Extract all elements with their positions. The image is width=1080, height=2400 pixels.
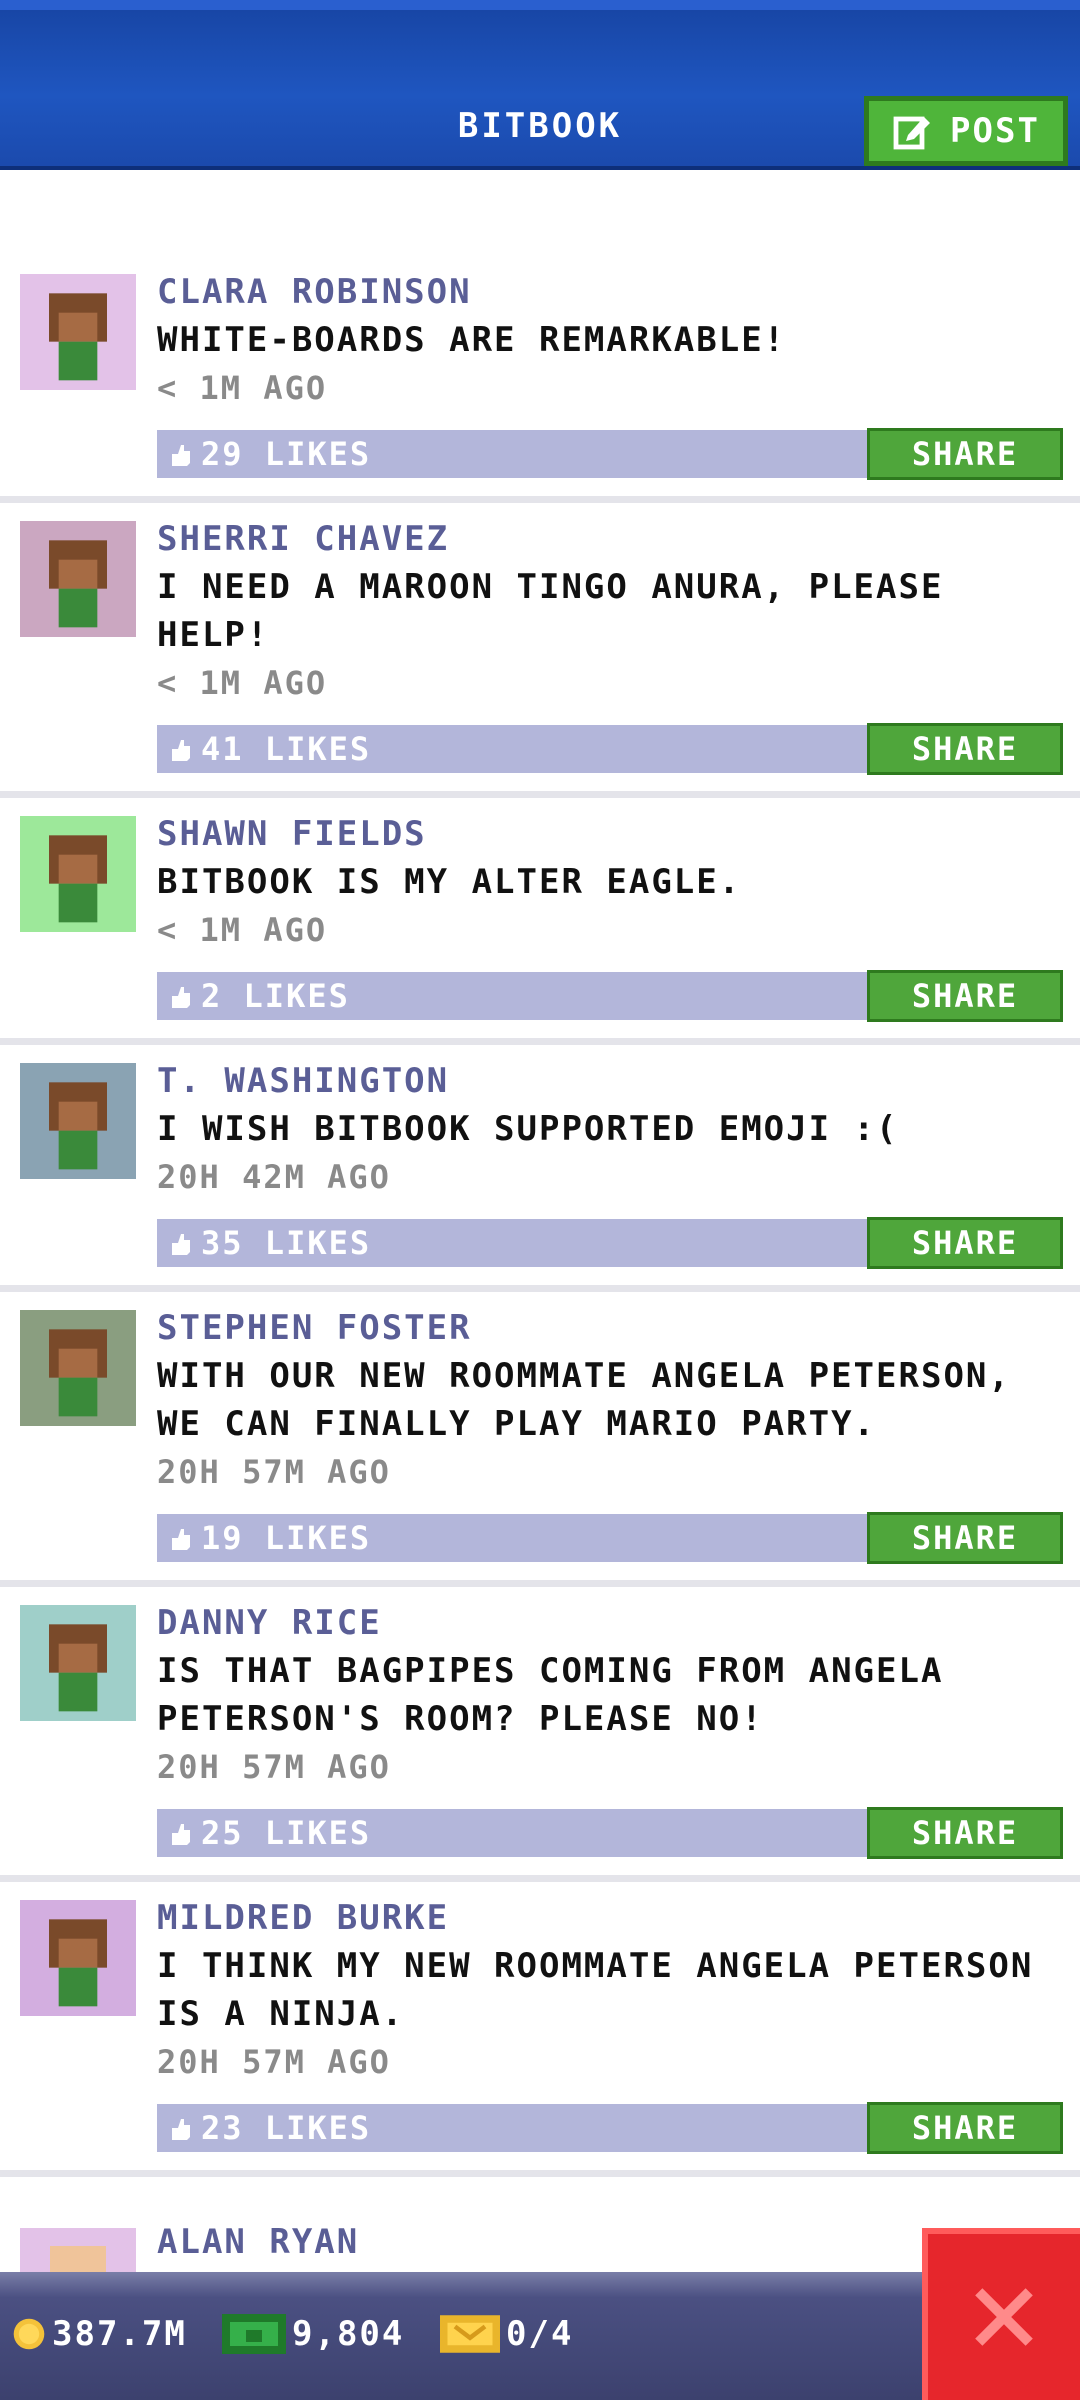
- avatar: [20, 521, 136, 637]
- avatar: [20, 2228, 136, 2278]
- likes-count: 2 LIKES: [201, 977, 350, 1015]
- likes-count: 41 LIKES: [201, 730, 372, 768]
- coins-display: 387.7M: [12, 2310, 187, 2358]
- list-item: DANNY RICE IS THAT BAGPIPES COMING FROM …: [0, 1587, 1080, 1882]
- like-button[interactable]: 2 LIKES: [169, 972, 350, 1020]
- avatar-portrait-icon: [20, 274, 136, 390]
- thumbs-up-icon: [172, 740, 190, 761]
- post-author: ALAN RYAN: [157, 2222, 360, 2262]
- post-author[interactable]: STEPHEN FOSTER: [157, 1304, 1080, 1352]
- post-button-label: POST: [950, 111, 1040, 151]
- list-item: SHAWN FIELDS BITBOOK IS MY ALTER EAGLE. …: [0, 798, 1080, 1045]
- bux-icon: [222, 2314, 286, 2354]
- post-timestamp: < 1M AGO: [157, 369, 328, 407]
- like-button[interactable]: 25 LIKES: [169, 1809, 371, 1857]
- likes-bar: 25 LIKES SHARE: [157, 1807, 1063, 1859]
- likes-count: 23 LIKES: [201, 2109, 372, 2147]
- status-bar: 387.7M 9,804 0/4: [0, 2272, 1080, 2400]
- post-timestamp: < 1M AGO: [157, 911, 328, 949]
- likes-count: 19 LIKES: [201, 1519, 372, 1557]
- avatar: [20, 274, 136, 390]
- post-message: I THINK MY NEW ROOMMATE ANGELA PETERSON …: [157, 1946, 1034, 2034]
- edit-icon: [893, 116, 931, 150]
- coin-icon: [13, 2318, 45, 2350]
- post-message: I WISH BITBOOK SUPPORTED EMOJI :(: [157, 1109, 899, 1149]
- like-button[interactable]: 35 LIKES: [169, 1219, 371, 1267]
- share-button[interactable]: SHARE: [867, 1512, 1063, 1564]
- share-button[interactable]: SHARE: [867, 1217, 1063, 1269]
- avatar-portrait-icon: [20, 816, 136, 932]
- likes-bar: 2 LIKES SHARE: [157, 970, 1063, 1022]
- thumbs-up-icon: [172, 987, 190, 1008]
- like-button[interactable]: 19 LIKES: [169, 1514, 371, 1562]
- avatar: [20, 1063, 136, 1179]
- post-author[interactable]: DANNY RICE: [157, 1599, 1080, 1647]
- bux-display: 9,804: [222, 2310, 404, 2358]
- post-author[interactable]: CLARA ROBINSON: [157, 268, 1080, 316]
- thumbs-up-icon: [172, 1234, 190, 1255]
- share-button[interactable]: SHARE: [867, 2102, 1063, 2154]
- avatar-portrait-icon: [20, 1605, 136, 1721]
- list-item: STEPHEN FOSTER WITH OUR NEW ROOMMATE ANG…: [0, 1292, 1080, 1587]
- list-item: MILDRED BURKE I THINK MY NEW ROOMMATE AN…: [0, 1882, 1080, 2177]
- post-timestamp: 20H 57M AGO: [157, 1453, 391, 1491]
- share-button[interactable]: SHARE: [867, 970, 1063, 1022]
- share-button[interactable]: SHARE: [867, 428, 1063, 480]
- avatar-portrait-icon: [20, 1900, 136, 2016]
- thumbs-up-icon: [172, 1824, 190, 1845]
- thumbs-up-icon: [172, 1529, 190, 1550]
- close-icon: [975, 2288, 1033, 2346]
- list-item: CLARA ROBINSON WHITE-BOARDS ARE REMARKAB…: [0, 256, 1080, 503]
- likes-bar: 35 LIKES SHARE: [157, 1217, 1063, 1269]
- coins-value: 387.7M: [52, 2314, 187, 2354]
- like-button[interactable]: 29 LIKES: [169, 430, 371, 478]
- post-author[interactable]: T. WASHINGTON: [157, 1057, 1080, 1105]
- post-message: I NEED A MAROON TINGO ANURA, PLEASE HELP…: [157, 567, 944, 655]
- post-timestamp: 20H 42M AGO: [157, 1158, 391, 1196]
- post-author[interactable]: MILDRED BURKE: [157, 1894, 1080, 1942]
- post-author[interactable]: SHERRI CHAVEZ: [157, 515, 1080, 563]
- likes-count: 25 LIKES: [201, 1814, 372, 1852]
- post-timestamp: 20H 57M AGO: [157, 2043, 391, 2081]
- post-author[interactable]: SHAWN FIELDS: [157, 810, 1080, 858]
- avatar: [20, 816, 136, 932]
- share-button[interactable]: SHARE: [867, 1807, 1063, 1859]
- bux-value: 9,804: [292, 2314, 405, 2354]
- likes-count: 29 LIKES: [201, 435, 372, 473]
- app-header: BITBOOK POST: [0, 0, 1080, 170]
- tickets-display: 0/4: [440, 2310, 573, 2358]
- ticket-icon: [440, 2315, 500, 2353]
- post-message: WITH OUR NEW ROOMMATE ANGELA PETERSON, W…: [157, 1356, 1011, 1444]
- avatar: [20, 1605, 136, 1721]
- post-timestamp: < 1M AGO: [157, 664, 328, 702]
- avatar: [20, 1310, 136, 1426]
- likes-bar: 19 LIKES SHARE: [157, 1512, 1063, 1564]
- post-button[interactable]: POST: [864, 96, 1068, 166]
- post-timestamp: 20H 57M AGO: [157, 1748, 391, 1786]
- list-item: SHERRI CHAVEZ I NEED A MAROON TINGO ANUR…: [0, 503, 1080, 798]
- share-button[interactable]: SHARE: [867, 723, 1063, 775]
- feed-list[interactable]: CLARA ROBINSON WHITE-BOARDS ARE REMARKAB…: [0, 256, 1080, 2177]
- close-button[interactable]: [922, 2228, 1080, 2400]
- likes-count: 35 LIKES: [201, 1224, 372, 1262]
- likes-bar: 23 LIKES SHARE: [157, 2102, 1063, 2154]
- avatar: [20, 1900, 136, 2016]
- post-message: WHITE-BOARDS ARE REMARKABLE!: [157, 320, 787, 360]
- like-button[interactable]: 41 LIKES: [169, 725, 371, 773]
- list-item: T. WASHINGTON I WISH BITBOOK SUPPORTED E…: [0, 1045, 1080, 1292]
- thumbs-up-icon: [172, 2119, 190, 2140]
- list-item-partial: ALAN RYAN: [0, 2218, 1080, 2278]
- avatar-portrait-icon: [20, 521, 136, 637]
- post-message: IS THAT BAGPIPES COMING FROM ANGELA PETE…: [157, 1651, 944, 1739]
- tickets-value: 0/4: [506, 2314, 574, 2354]
- likes-bar: 29 LIKES SHARE: [157, 428, 1063, 480]
- avatar-portrait-icon: [20, 1310, 136, 1426]
- post-message: BITBOOK IS MY ALTER EAGLE.: [157, 862, 742, 902]
- like-button[interactable]: 23 LIKES: [169, 2104, 371, 2152]
- avatar-portrait-icon: [20, 1063, 136, 1179]
- likes-bar: 41 LIKES SHARE: [157, 723, 1063, 775]
- thumbs-up-icon: [172, 445, 190, 466]
